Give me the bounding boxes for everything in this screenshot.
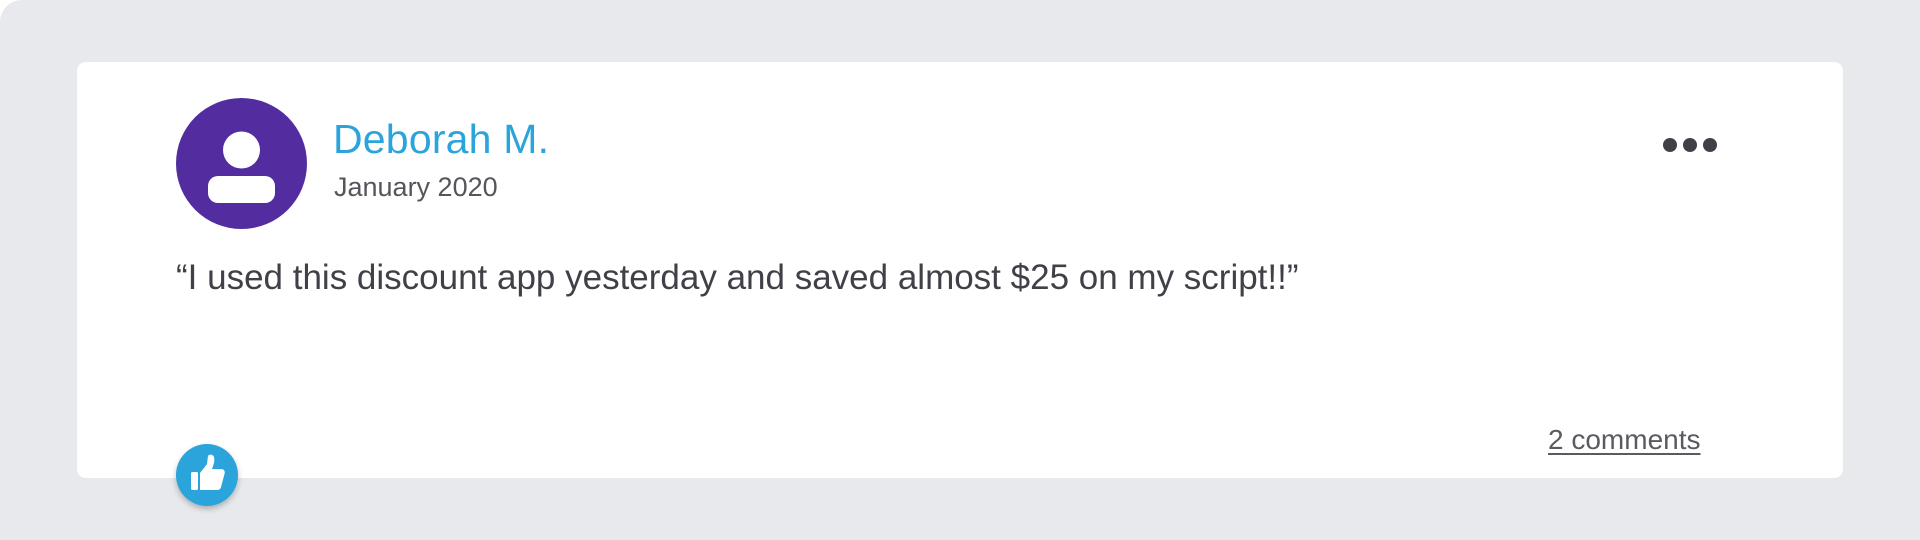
comments-link[interactable]: 2 comments	[1548, 424, 1701, 456]
testimonial-quote: “I used this discount app yesterday and …	[176, 258, 1299, 297]
page-background: Deborah M. January 2020 “I used this dis…	[0, 0, 1920, 540]
avatar	[176, 98, 307, 229]
post-date: January 2020	[334, 172, 498, 202]
more-horizontal-icon	[1663, 138, 1717, 152]
user-icon	[208, 131, 275, 203]
testimonial-card: Deborah M. January 2020 “I used this dis…	[77, 62, 1843, 478]
author-name: Deborah M.	[333, 116, 550, 162]
like-button[interactable]	[176, 444, 238, 506]
thumbs-up-icon	[191, 454, 225, 490]
more-options-button[interactable]	[1662, 130, 1718, 160]
